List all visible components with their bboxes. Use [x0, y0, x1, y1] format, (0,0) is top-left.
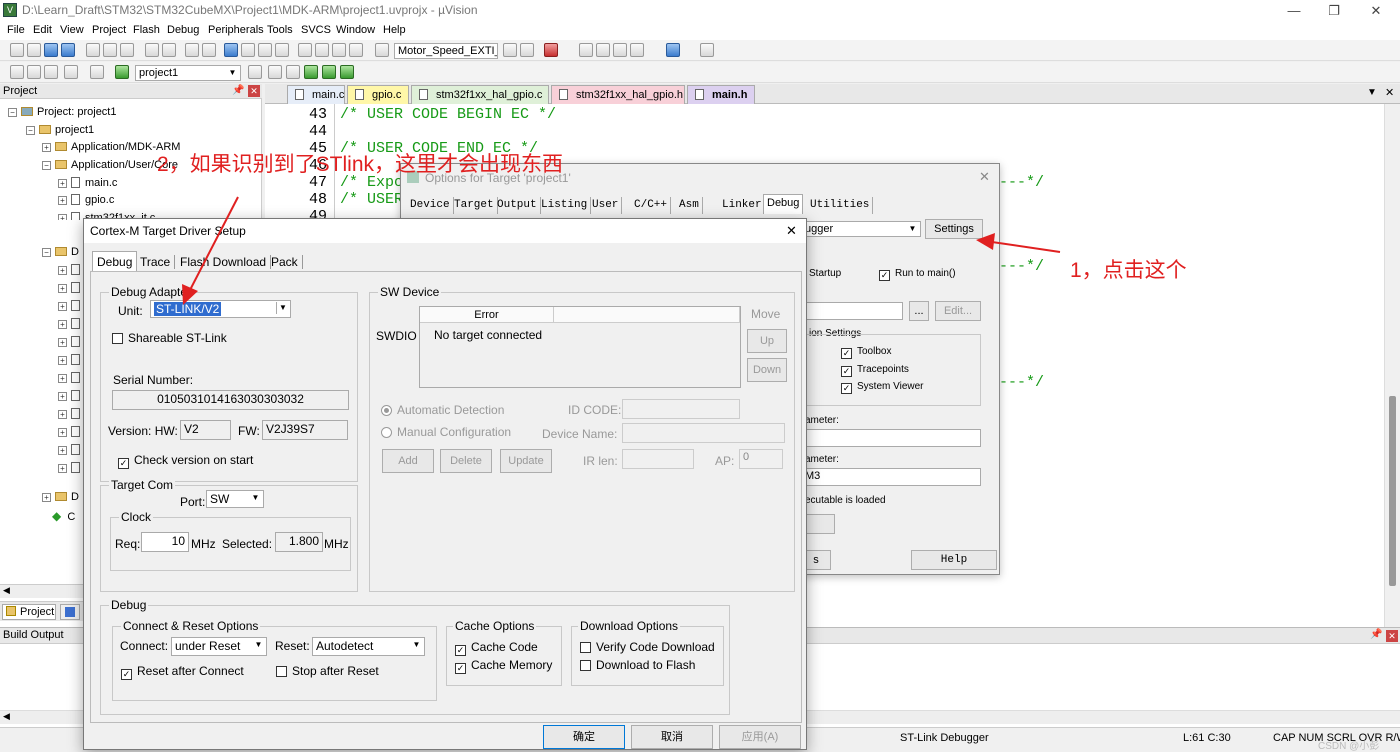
- arrow-step2-head: [182, 284, 198, 305]
- arrow-step1-line: [991, 241, 1061, 253]
- annotation-arrows: [182, 196, 1061, 305]
- arrow-step1-head: [976, 233, 995, 250]
- arrow-step2-line: [189, 196, 239, 291]
